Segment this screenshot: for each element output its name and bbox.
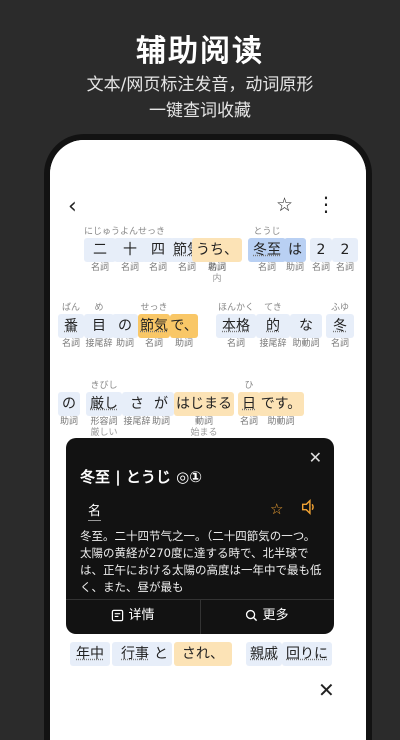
bottom-sheet: ✕ <box>50 670 366 740</box>
word-token[interactable]: うち、 名詞 内 <box>192 226 242 286</box>
word-token[interactable]: てき 的 接尾辞 <box>256 302 290 362</box>
more-label: 更多 <box>262 608 289 623</box>
word-token[interactable]: はじまる 動詞 始まる <box>174 380 234 440</box>
dictionary-popup: ✕ 冬至 | とうじ ◎① 名 ☆ 冬至。二十四节气之一。（二十四節気の一つ。太… <box>66 438 334 634</box>
word-token[interactable]: ひ 日 名詞 <box>238 380 260 440</box>
word-token[interactable]: せっき 節気 名詞 <box>138 302 170 362</box>
star-icon[interactable]: ☆ <box>276 194 293 216</box>
word-token[interactable]: です。 助動詞 <box>258 380 304 440</box>
word-token-selected[interactable]: とうじ 冬至 名詞 <box>248 226 286 286</box>
word-token[interactable]: 2 名詞 <box>332 226 358 286</box>
word-token[interactable]: ばん 番 名詞 <box>58 302 84 362</box>
word-token[interactable]: で、 助詞 <box>170 302 198 362</box>
part-of-speech: 名 <box>88 500 102 521</box>
word-token[interactable]: は 助詞 <box>284 226 306 286</box>
close-icon[interactable]: ✕ <box>309 448 322 467</box>
text-line-1-end: うち、 名詞 内 とうじ 冬至 名詞 は 助詞 2 名詞 2 名詞 <box>50 226 366 286</box>
phone-frame: ‹ ☆ ⋮ にじゅうよんせっき 二 名詞 十 名詞 四 名詞 節気 名詞 助詞 … <box>44 134 372 740</box>
word-token[interactable]: きびし 厳し 形容詞 厳しい <box>86 380 122 440</box>
definition-text: 冬至。二十四节气之一。（二十四節気の一つ。太陽の黄経が270度に達する時で、北半… <box>80 529 322 594</box>
text-line-2: ばん 番 名詞 め 目 接尾辞 の 助詞 せっき 節気 名詞 で、 助詞 ほんか… <box>50 302 366 362</box>
word-token[interactable]: 2 名詞 <box>310 226 332 286</box>
page-subtitle-1: 文本/网页标注发音，动词原形 <box>86 75 314 95</box>
search-icon <box>246 609 258 622</box>
word-token[interactable]: ふゆ 冬 名詞 <box>326 302 354 362</box>
popup-title: 冬至 | とうじ ◎① <box>80 468 202 486</box>
word-token[interactable]: の 助詞 <box>112 302 138 362</box>
word-token[interactable]: の 助詞 <box>58 380 80 440</box>
document-icon <box>112 609 124 622</box>
word-token[interactable]: め 目 接尾辞 <box>84 302 114 362</box>
word-token[interactable]: な 助動詞 <box>290 302 322 362</box>
reader-toolbar: ‹ ☆ ⋮ <box>50 192 366 222</box>
detail-label: 详情 <box>128 608 155 623</box>
star-icon[interactable]: ☆ <box>270 500 283 518</box>
word-token[interactable]: が 助詞 <box>148 380 174 440</box>
close-icon[interactable]: ✕ <box>318 678 335 702</box>
back-icon[interactable]: ‹ <box>68 194 77 219</box>
text-line-3: の 助詞 きびし 厳し 形容詞 厳しい さ 接尾辞 が 助詞 はじまる 動詞 始… <box>50 380 366 440</box>
more-icon[interactable]: ⋮ <box>316 192 336 216</box>
more-button[interactable]: 更多 <box>200 604 334 628</box>
page-subtitle-2: 一键查词收藏 <box>149 101 251 121</box>
detail-button[interactable]: 详情 <box>66 604 200 628</box>
speaker-icon[interactable] <box>300 498 318 516</box>
page-headline: 辅助阅读 <box>136 34 264 69</box>
word-token[interactable]: ほんかく 本格 名詞 <box>216 302 256 362</box>
